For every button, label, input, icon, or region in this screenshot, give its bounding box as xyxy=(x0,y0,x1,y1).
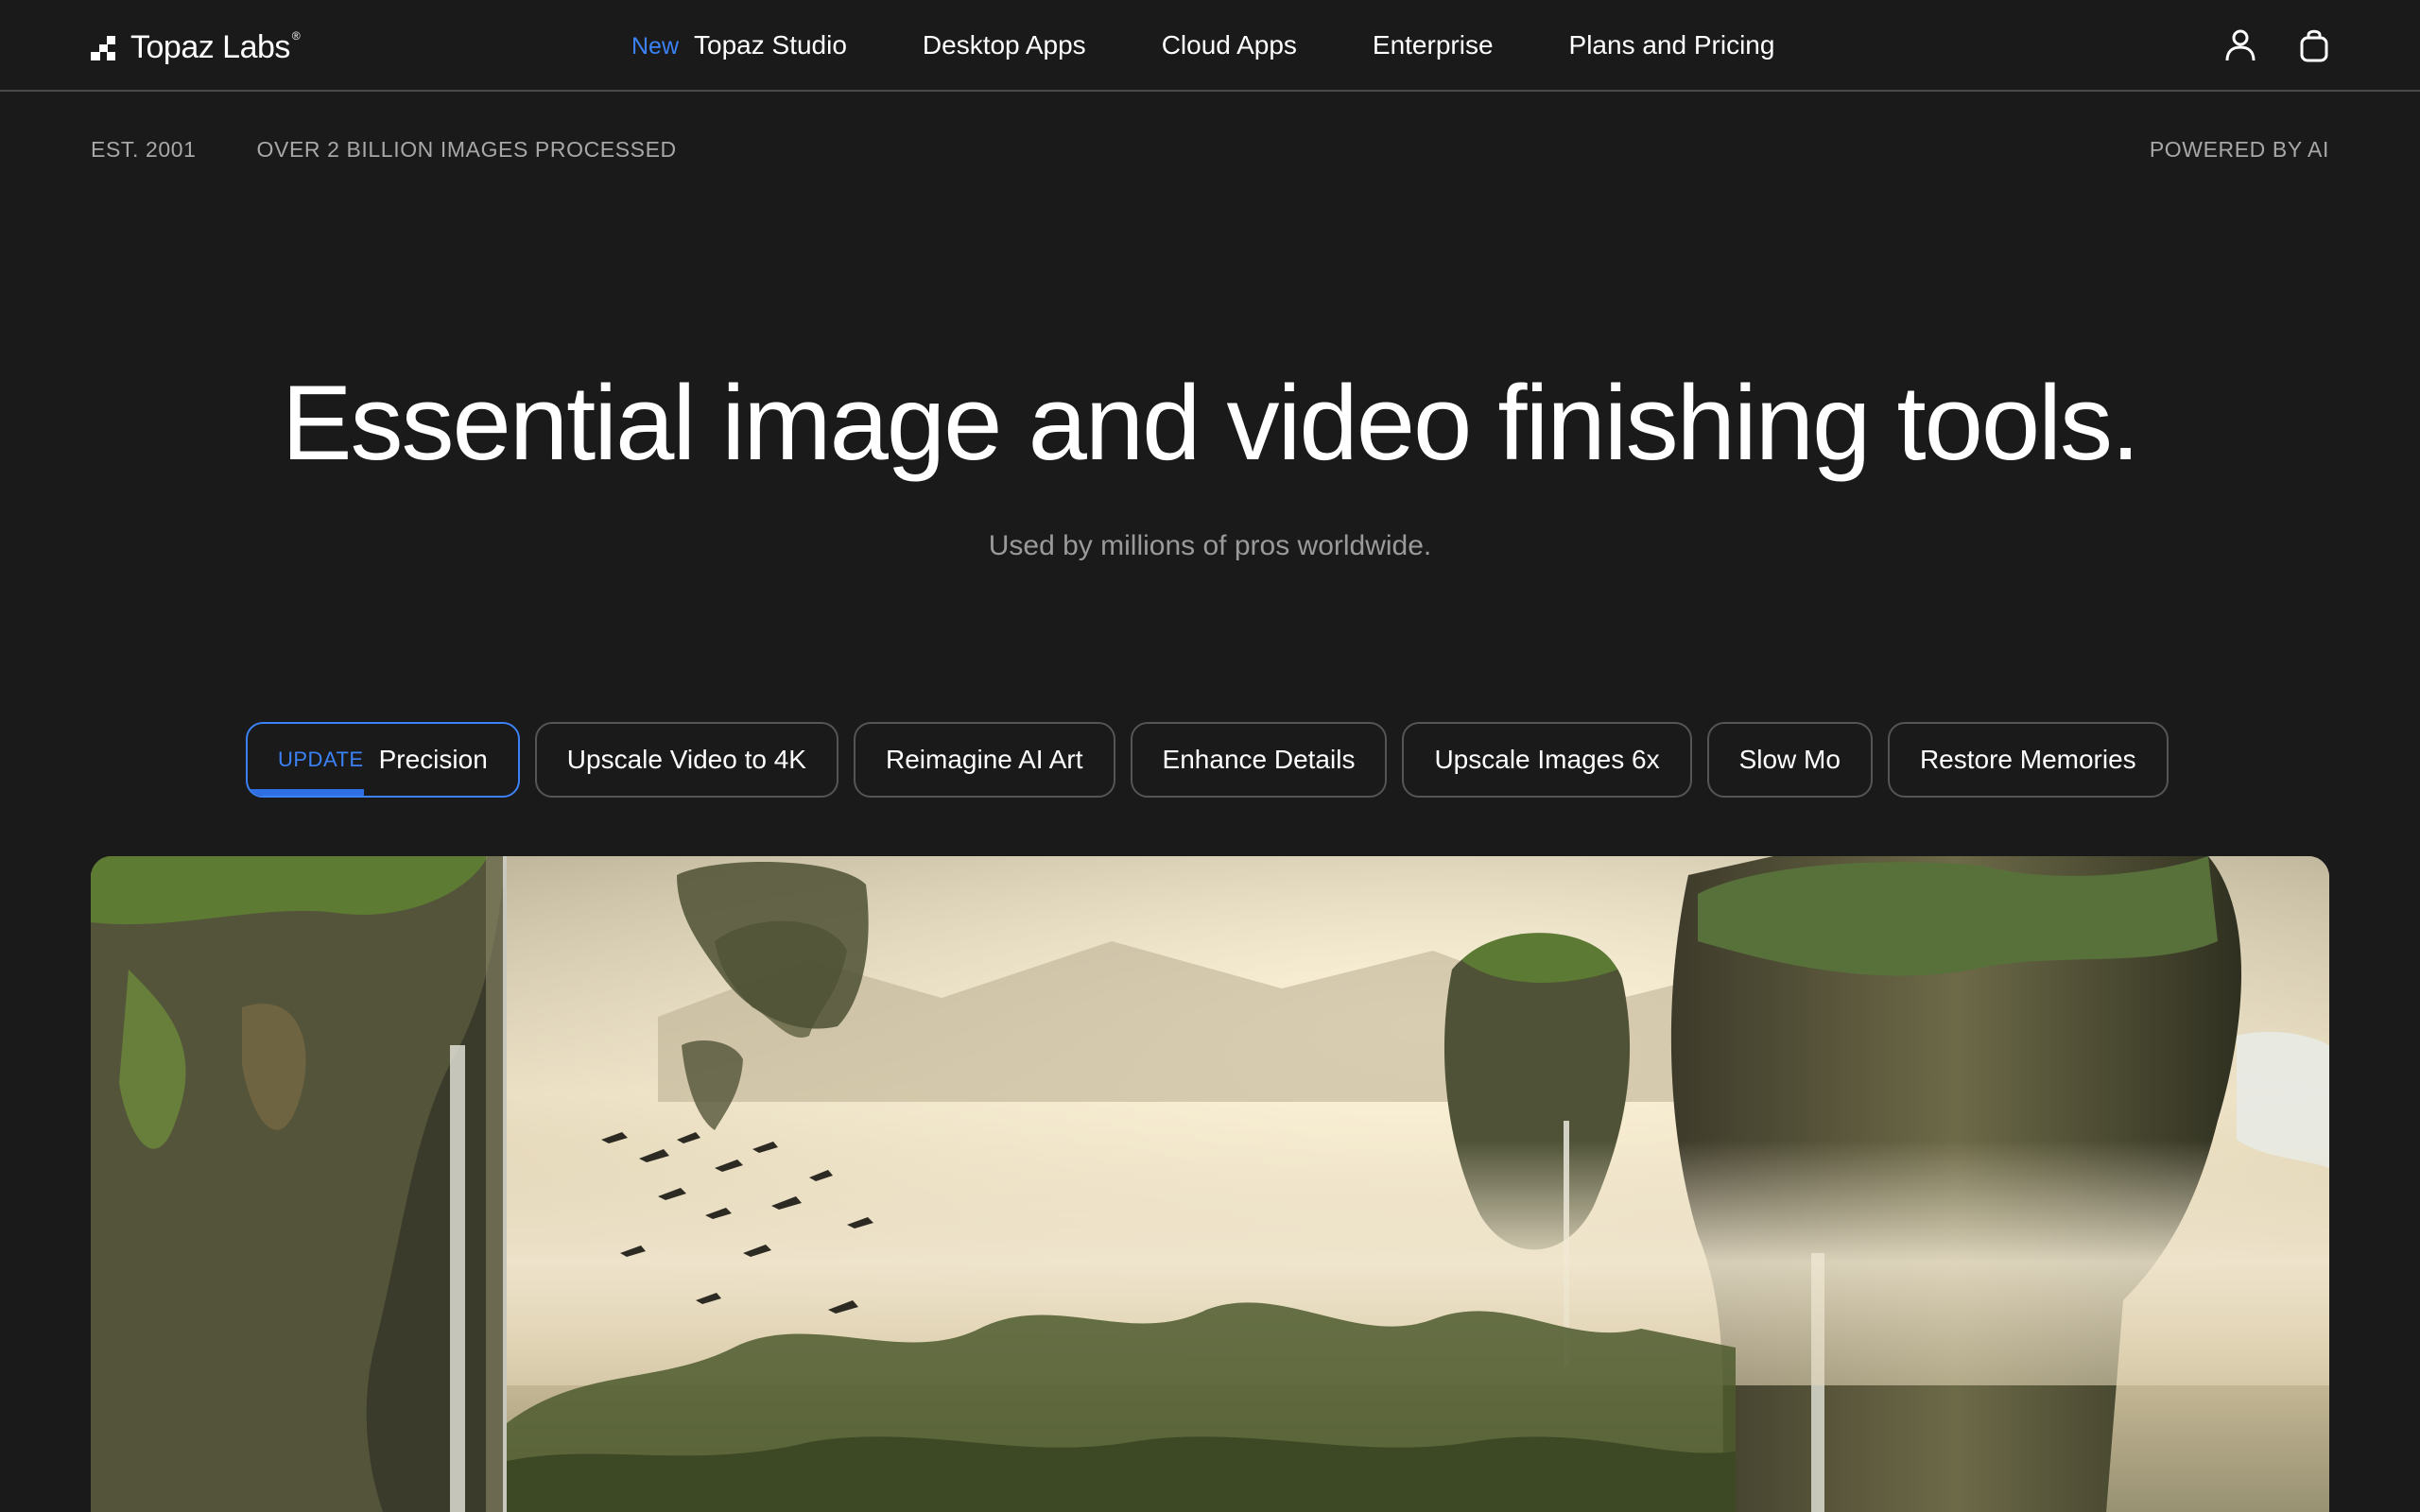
user-icon[interactable] xyxy=(2223,26,2257,64)
tab-upscale-images[interactable]: Upscale Images 6x xyxy=(1402,722,1692,798)
tab-reimagine-ai-art[interactable]: Reimagine AI Art xyxy=(853,722,1115,798)
tab-progress-bar xyxy=(248,789,364,796)
hero-title: Essential image and video finishing tool… xyxy=(281,364,2140,482)
nav-cloud-apps[interactable]: Cloud Apps xyxy=(1162,30,1297,60)
info-strip: EST. 2001 OVER 2 BILLION IMAGES PROCESSE… xyxy=(91,132,2329,166)
powered-by-label: POWERED BY AI xyxy=(2149,136,2329,162)
top-navigation: Topaz Labs ® New Topaz Studio Desktop App… xyxy=(0,0,2420,92)
page: Topaz Labs ® New Topaz Studio Desktop App… xyxy=(0,0,2420,1512)
update-badge: UPDATE xyxy=(278,747,364,771)
tab-enhance-details[interactable]: Enhance Details xyxy=(1130,722,1388,798)
fantasy-landscape-image xyxy=(91,856,2329,1512)
tab-slow-mo[interactable]: Slow Mo xyxy=(1706,722,1873,798)
nav-label: Topaz Studio xyxy=(694,30,847,60)
tab-restore-memories[interactable]: Restore Memories xyxy=(1887,722,2169,798)
before-after-showcase[interactable] xyxy=(91,856,2329,1512)
nav-desktop-apps[interactable]: Desktop Apps xyxy=(923,30,1086,60)
shopping-bag-icon[interactable] xyxy=(2297,26,2331,64)
tab-upscale-video[interactable]: Upscale Video to 4K xyxy=(534,722,838,798)
brand-logo[interactable]: Topaz Labs ® xyxy=(91,28,301,65)
main-menu: New Topaz Studio Desktop Apps Cloud Apps… xyxy=(631,25,1774,66)
nav-topaz-studio[interactable]: New Topaz Studio xyxy=(631,30,847,60)
hero-subtitle: Used by millions of pros worldwide. xyxy=(988,530,1432,561)
images-processed-label: OVER 2 BILLION IMAGES PROCESSED xyxy=(256,136,677,162)
feature-tabs: UPDATE Precision Upscale Video to 4K Rei… xyxy=(246,722,2169,798)
nav-enterprise[interactable]: Enterprise xyxy=(1373,30,1494,60)
brand-name: Topaz Labs ® xyxy=(130,28,301,65)
new-badge: New xyxy=(631,33,680,60)
nav-plans-and-pricing[interactable]: Plans and Pricing xyxy=(1569,30,1775,60)
topaz-logo-icon xyxy=(91,34,117,60)
established-label: EST. 2001 xyxy=(91,136,197,162)
tab-label: Precision xyxy=(378,745,488,774)
before-after-divider[interactable] xyxy=(503,856,507,1512)
nav-actions xyxy=(2223,26,2331,64)
tab-precision[interactable]: UPDATE Precision xyxy=(246,722,520,798)
